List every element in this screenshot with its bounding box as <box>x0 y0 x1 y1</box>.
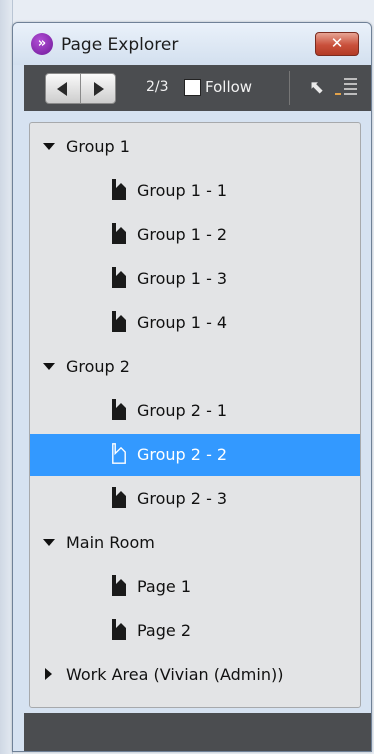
tree-item-group-1-2[interactable]: Group 1 - 2 <box>30 214 360 256</box>
page-icon <box>112 311 126 332</box>
page-label: Page 1 <box>137 577 191 596</box>
tree-group-group-2[interactable]: Group 2 <box>30 346 360 388</box>
list-icon[interactable] <box>335 77 357 95</box>
page-tree[interactable]: Group 1 Group 1 - 1 Group 1 - 2 Group 1 … <box>29 122 361 708</box>
page-explorer-window: » Page Explorer ✕ 2/3 Follow ⬉ Group 1 G… <box>12 22 372 752</box>
follow-label[interactable]: Follow <box>205 78 252 96</box>
tree-item-page-2[interactable]: Page 2 <box>30 610 360 652</box>
group-label: Group 2 <box>66 357 130 376</box>
page-label: Group 1 - 1 <box>137 181 228 200</box>
expand-caret-icon[interactable] <box>43 143 55 150</box>
expand-caret-icon[interactable] <box>43 539 55 546</box>
tree-item-group-1-3[interactable]: Group 1 - 3 <box>30 258 360 300</box>
close-button[interactable]: ✕ <box>315 32 359 56</box>
page-label: Group 1 - 4 <box>137 313 228 332</box>
page-label: Page 2 <box>137 621 191 640</box>
tree-item-page-1[interactable]: Page 1 <box>30 566 360 608</box>
app-icon: » <box>31 33 53 55</box>
tree-group-group-1[interactable]: Group 1 <box>30 126 360 168</box>
next-page-button[interactable] <box>80 73 116 104</box>
triangle-right-icon <box>94 82 104 96</box>
group-label: Group 1 <box>66 137 130 156</box>
page-count: 2/3 <box>146 79 169 95</box>
page-label: Group 2 - 1 <box>137 401 228 420</box>
tree-item-group-2-3[interactable]: Group 2 - 3 <box>30 478 360 520</box>
previous-page-button[interactable] <box>45 73 81 104</box>
toolbar-separator <box>289 71 290 105</box>
collapse-caret-icon[interactable] <box>45 668 52 680</box>
triangle-left-icon <box>57 82 67 96</box>
tree-item-group-1-4[interactable]: Group 1 - 4 <box>30 302 360 344</box>
page-label: Group 1 - 2 <box>137 225 228 244</box>
group-label: Main Room <box>66 533 155 552</box>
bottom-status-bar <box>24 713 371 751</box>
page-icon <box>112 223 126 244</box>
page-label: Group 1 - 3 <box>137 269 228 288</box>
page-label: Group 2 - 2 <box>137 445 228 464</box>
window-title: Page Explorer <box>61 35 179 55</box>
page-icon <box>112 267 126 288</box>
page-icon <box>112 399 126 420</box>
tree-item-group-2-2-selected[interactable]: Group 2 - 2 <box>30 434 360 476</box>
tree-group-main-room[interactable]: Main Room <box>30 522 360 564</box>
page-icon <box>112 575 126 596</box>
tree-item-group-1-1[interactable]: Group 1 - 1 <box>30 170 360 212</box>
tree-group-work-area[interactable]: Work Area (Vivian (Admin)) <box>30 654 360 696</box>
expand-caret-icon[interactable] <box>43 363 55 370</box>
group-label: Work Area (Vivian (Admin)) <box>66 665 284 684</box>
page-icon <box>112 487 126 508</box>
follow-checkbox[interactable] <box>184 79 201 96</box>
title-bar[interactable]: » Page Explorer ✕ <box>13 23 371 65</box>
page-icon <box>112 619 126 640</box>
page-label: Group 2 - 3 <box>137 489 228 508</box>
toolbar: 2/3 Follow ⬉ <box>24 65 371 111</box>
page-icon <box>112 179 126 200</box>
page-icon <box>112 443 126 464</box>
back-arrow-icon[interactable]: ⬉ <box>309 77 324 98</box>
tree-item-group-2-1[interactable]: Group 2 - 1 <box>30 390 360 432</box>
